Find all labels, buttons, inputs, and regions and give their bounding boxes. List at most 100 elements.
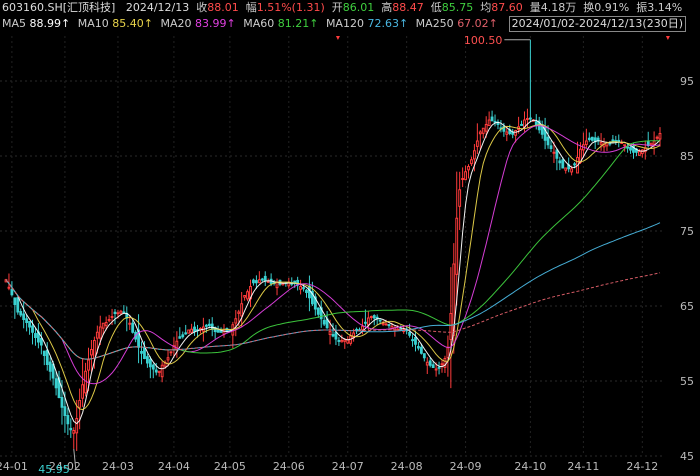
candle-body: [110, 316, 114, 318]
candle-body: [434, 368, 438, 371]
candle-body: [475, 140, 479, 147]
candle-body: [151, 364, 155, 370]
candle-body: [381, 322, 385, 325]
candle-body: [549, 145, 553, 149]
candle-body: [240, 303, 244, 317]
candle-body: [178, 336, 182, 339]
candle-body: [552, 151, 556, 154]
candle-body: [520, 123, 523, 126]
candle-body: [145, 356, 149, 364]
candle-body: [113, 311, 117, 315]
candle-body: [51, 363, 55, 379]
ma120-line: [5, 222, 661, 360]
candle-body: [526, 118, 529, 120]
candle-body: [95, 331, 99, 339]
low-annotation-label: 45.95: [38, 463, 70, 476]
candlestick-plot: 95857565554524-0124-0224-0324-0424-0524-…: [0, 34, 694, 476]
candle-body: [490, 116, 494, 122]
candle-body: [19, 311, 23, 316]
candle-body: [599, 142, 603, 145]
candle-body: [140, 351, 143, 354]
candle-body: [87, 359, 90, 371]
candle-body: [467, 166, 470, 171]
candle-body: [573, 163, 576, 166]
kline-chart-panel: 603160.SH[汇顶科技] 2024/12/13 收88.01 幅1.51%…: [0, 0, 700, 476]
candle-body: [640, 149, 644, 155]
candle-body: [54, 378, 58, 389]
candle-body: [431, 364, 435, 368]
candle-body: [478, 131, 482, 135]
candle-body: [210, 323, 214, 330]
candle-body: [160, 364, 164, 378]
candle-body: [107, 319, 111, 322]
candle-body: [260, 278, 264, 281]
candle-body: [623, 144, 627, 147]
candle-body: [119, 310, 123, 314]
candle-body: [98, 326, 102, 339]
candle-body: [169, 351, 173, 354]
candle-body: [472, 150, 476, 160]
candle-body: [128, 322, 132, 325]
candle-body: [7, 286, 11, 289]
candle-body: [13, 297, 17, 306]
candle-body: [378, 319, 382, 322]
candle-body: [455, 217, 459, 275]
candle-body: [487, 119, 491, 127]
candle-body: [39, 337, 43, 346]
candle-body: [411, 339, 414, 342]
candle-body: [116, 312, 120, 315]
candle-body: [414, 336, 417, 345]
candle-body: [514, 130, 518, 136]
candle-body: [629, 146, 632, 151]
candle-body: [363, 321, 367, 324]
candle-body: [131, 322, 135, 333]
top-marker: [335, 36, 340, 40]
candle-body: [45, 349, 49, 366]
candle-body: [649, 142, 653, 146]
candle-body: [302, 287, 305, 290]
candle-body: [104, 322, 108, 327]
candle-body: [464, 171, 467, 181]
x-tick-label: 24-10: [514, 460, 546, 473]
candle-body: [148, 358, 152, 368]
candle-body: [340, 340, 344, 343]
candle-body: [652, 140, 656, 145]
candle-body: [316, 307, 320, 315]
candle-body: [48, 361, 52, 372]
candle-body: [101, 322, 105, 329]
candle-body: [216, 328, 220, 333]
candle-body: [555, 149, 559, 159]
candle-body: [484, 124, 488, 132]
candle-body: [78, 400, 82, 408]
candle-body: [143, 347, 146, 360]
x-tick-label: 24-11: [567, 460, 599, 473]
candle-body: [334, 331, 338, 340]
candle-body: [66, 415, 70, 425]
candle-body: [42, 350, 46, 356]
candle-body: [369, 316, 373, 318]
candle-body: [69, 427, 73, 431]
candle-body: [237, 311, 241, 314]
candle-body: [366, 317, 370, 326]
candle-body: [187, 329, 191, 334]
candle-body: [493, 120, 497, 123]
candle-body: [254, 280, 258, 284]
x-tick-label: 24-12: [626, 460, 658, 473]
candle-body: [417, 345, 420, 349]
candle-body: [561, 159, 565, 169]
candle-body: [425, 361, 429, 366]
x-tick-label: 24-01: [0, 460, 28, 473]
candle-body: [252, 279, 255, 284]
candle-body: [190, 328, 194, 333]
candle-body: [10, 289, 14, 296]
candle-body: [481, 127, 485, 134]
candle-body: [322, 320, 326, 325]
candle-body: [22, 313, 26, 321]
candle-body: [263, 275, 267, 281]
candle-body: [361, 325, 364, 331]
candle-body: [207, 323, 211, 327]
candle-body: [590, 136, 594, 141]
candle-body: [343, 339, 347, 342]
candle-body: [166, 357, 170, 361]
candle-body: [558, 160, 562, 164]
